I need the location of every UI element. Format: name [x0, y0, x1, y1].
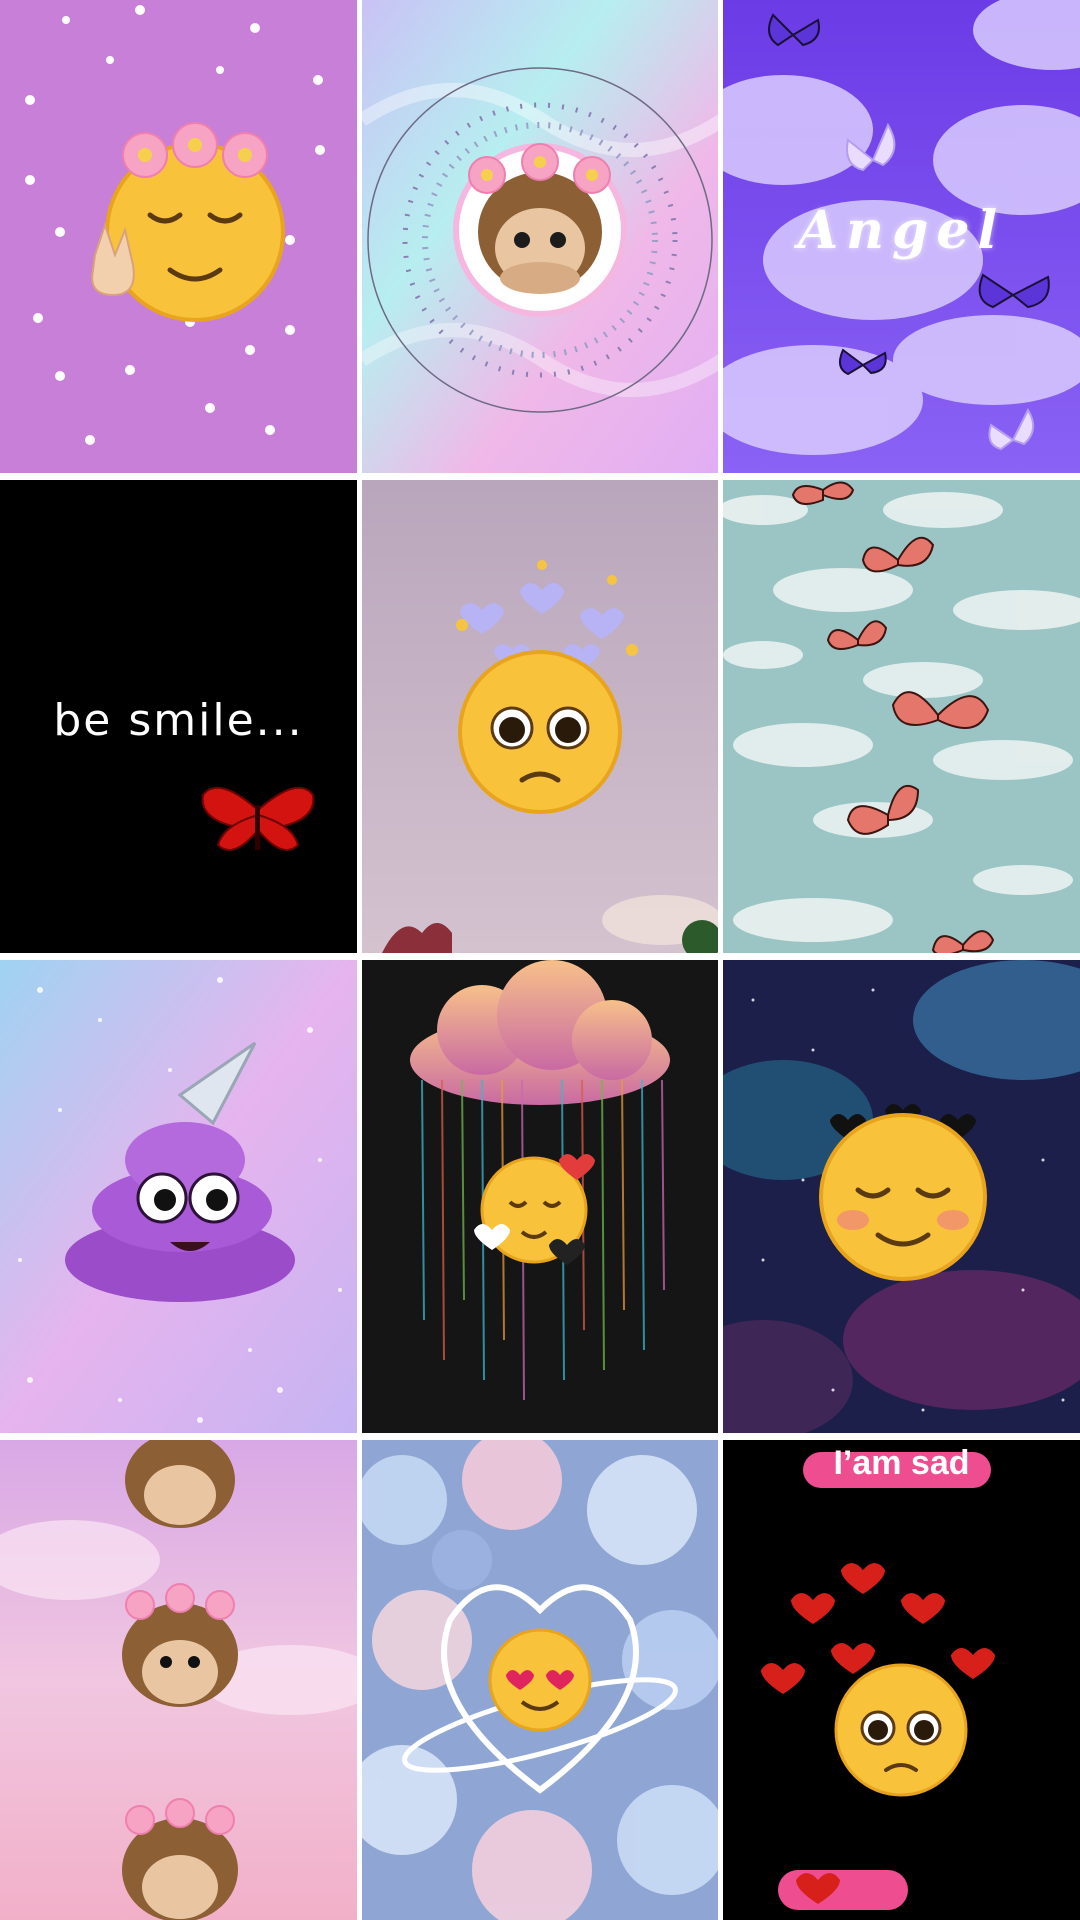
monkey-holographic-image [362, 0, 718, 473]
wallpaper-tile-pink-butterflies-sky[interactable] [723, 480, 1080, 953]
galaxy-blush-emoji-image [723, 960, 1080, 1433]
wallpaper-tile-be-smile[interactable]: be smile... [0, 480, 357, 953]
wallpaper-tile-rain-cloud-emoji[interactable] [362, 960, 718, 1433]
wallpaper-tile-angel-butterflies[interactable]: Angel [723, 0, 1080, 473]
wallpaper-tile-pleading-hearts[interactable] [362, 480, 718, 953]
unicorn-poop-image [0, 960, 357, 1433]
wallpaper-tile-emoji-flower-crown[interactable] [0, 0, 357, 473]
heart-in-love-flowers-image [362, 1440, 718, 1920]
wallpaper-tile-iam-sad[interactable]: I’am sad [723, 1440, 1080, 1920]
angel-sky-image [723, 0, 1080, 473]
wallpaper-tile-unicorn-poop[interactable] [0, 960, 357, 1433]
wallpaper-tile-monkeys-pink-sky[interactable] [0, 1440, 357, 1920]
pink-butterflies-sky-image [723, 480, 1080, 953]
be-smile-black-image [0, 480, 357, 953]
monkeys-pink-sky-image [0, 1440, 357, 1920]
wallpaper-tile-monkey-holographic[interactable] [362, 0, 718, 473]
pleading-emoji-hearts-image [362, 480, 718, 953]
rain-cloud-emoji-image [362, 960, 718, 1433]
wallpaper-grid: Angel be smile... I’am sad [0, 0, 1080, 1920]
wallpaper-tile-galaxy-blush-emoji[interactable] [723, 960, 1080, 1433]
iam-sad-image [723, 1440, 1080, 1920]
relieved-emoji-flower-crown-image [0, 0, 357, 473]
wallpaper-tile-heart-in-love-flowers[interactable] [362, 1440, 718, 1920]
